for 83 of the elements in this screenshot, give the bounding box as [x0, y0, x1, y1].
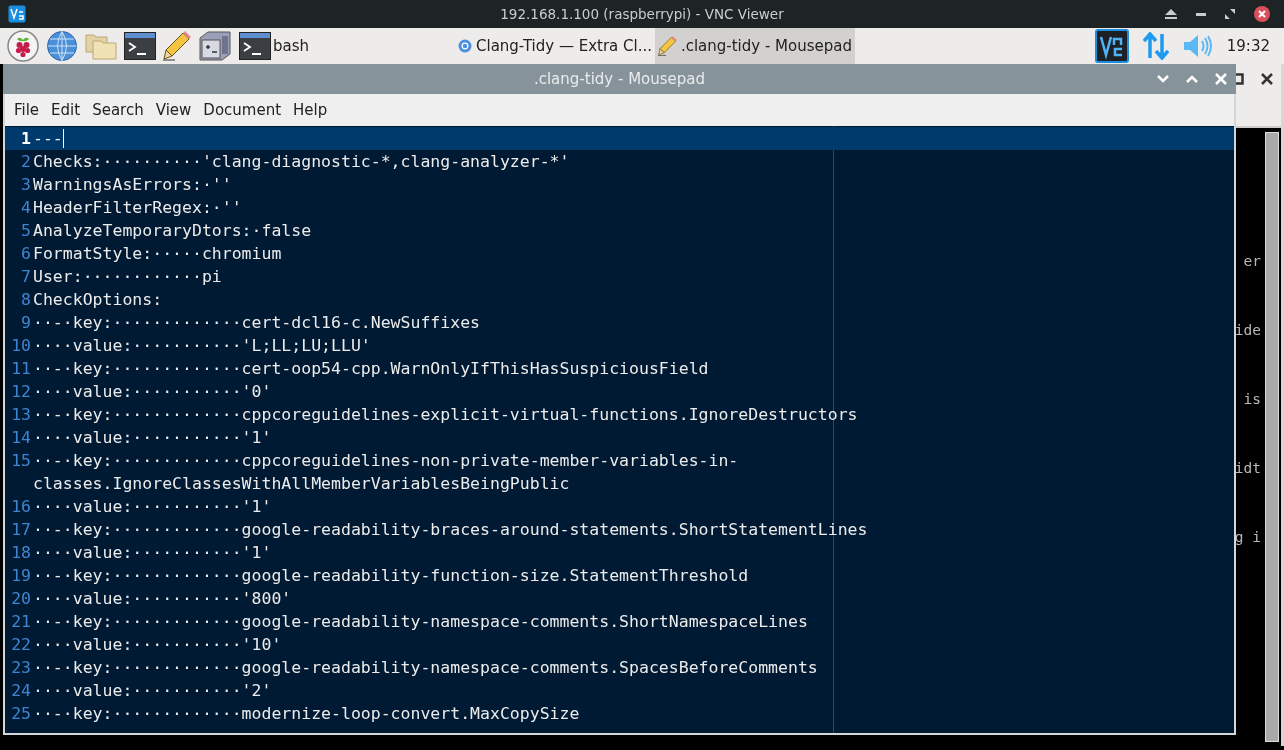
line-number: 14: [10, 427, 32, 449]
terminal-icon[interactable]: [124, 32, 156, 60]
code-text: ····value:···········'0': [33, 381, 273, 403]
menu-item[interactable]: View: [149, 101, 198, 119]
code-text: WarningsAsErrors:·'': [33, 174, 233, 196]
code-text: ··-·key:·············google-readability-braces-around-statements.ShortStatementLines: [33, 519, 869, 541]
code-text: HeaderFilterRegex:·'': [33, 197, 243, 219]
code-text: ····value:···········'L;LL;LU;LLU': [33, 335, 372, 357]
chevron-up-icon[interactable]: [1186, 75, 1198, 83]
menu-item[interactable]: Edit: [45, 101, 87, 119]
code-text: ··-·key:·············cppcoreguidelines-non-private-member-variables-in-classes.IgnoreClassesWithAllMemberVariablesBeingPublic: [33, 450, 740, 495]
chevron-down-icon[interactable]: [1157, 75, 1169, 83]
pencil-icon[interactable]: [163, 31, 191, 61]
code-text: ··-·key:·············cert-oop54-cpp.WarnOnlyIfThisHasSuspiciousField: [33, 358, 710, 380]
code-text: AnalyzeTemporaryDtors:·false: [33, 220, 313, 242]
close-icon[interactable]: [1254, 6, 1270, 22]
terminal-text: er: [1243, 252, 1261, 271]
terminal-text: ide: [1234, 321, 1261, 340]
line-number: 17: [10, 519, 32, 541]
terminal-text: idt: [1234, 459, 1261, 478]
line-number: 4: [20, 197, 32, 219]
code-text: ··-·key:·············google-readability-function-size.StatementThreshold: [33, 565, 750, 587]
network-arrows-icon[interactable]: [1142, 32, 1169, 60]
line-number: 15: [10, 450, 32, 472]
code-text: CheckOptions:: [33, 289, 164, 311]
code-text: ····value:···········'2': [33, 680, 273, 702]
window-title: 192.168.1.100 (raspberrypi) - VNC Viewer: [500, 6, 784, 22]
terminal-text: is: [1243, 390, 1261, 409]
line-number: 3: [20, 174, 32, 196]
taskbar-task-button[interactable]: .clang-tidy - Mousepad: [655, 28, 855, 64]
code-text: ··-·key:·············google-readability-namespace-comments.ShortNamespaceLines: [33, 611, 809, 633]
code-text: Checks:··········'clang-diagnostic-*,clang-analyzer-*': [33, 151, 571, 173]
line-number: 20: [10, 588, 32, 610]
line-number: 25: [10, 703, 32, 725]
line-number: 9: [20, 312, 32, 334]
line-number: 24: [10, 680, 32, 702]
menu-item[interactable]: File: [8, 101, 46, 119]
restore-icon[interactable]: [1225, 9, 1235, 19]
vnc-logo-icon[interactable]: [1094, 29, 1129, 63]
code-text: ····value:···········'1': [33, 496, 273, 518]
taskbar-task-button[interactable]: Clang-Tidy — Extra Cl...: [455, 28, 655, 64]
vnc-logo-icon: [8, 5, 26, 23]
line-number: 2: [20, 151, 32, 173]
code-text: ---: [33, 128, 65, 150]
menu-item[interactable]: Document: [197, 101, 288, 119]
line-number: 7: [20, 266, 32, 288]
terminal-launcher[interactable]: bash: [239, 32, 310, 60]
close-icon[interactable]: [1261, 73, 1273, 85]
menu-item[interactable]: Search: [86, 101, 150, 119]
code-text: FormatStyle:·····chromium: [33, 243, 283, 265]
code-text: ··-·key:·············modernize-loop-convert.MaxCopySize: [33, 703, 581, 725]
line-number: 21: [10, 611, 32, 633]
eject-icon[interactable]: [1165, 9, 1177, 19]
line-number: 23: [10, 657, 32, 679]
menu-item[interactable]: Help: [287, 101, 334, 119]
code-text: ··-·key:·············cppcoreguidelines-explicit-virtual-functions.IgnoreDestructors: [33, 404, 859, 426]
terminal-icon[interactable]: [239, 32, 271, 60]
code-text: User:············pi: [33, 266, 223, 288]
line-number: 12: [10, 381, 32, 403]
code-text: ····value:···········'10': [33, 634, 283, 656]
globe-icon[interactable]: [46, 30, 78, 62]
code-text: ····value:···········'1': [33, 542, 273, 564]
line-number: 22: [10, 634, 32, 656]
line-number: 6: [20, 243, 32, 265]
line-number: 11: [10, 358, 32, 380]
code-text: ····value:···········'1': [33, 427, 273, 449]
line-number: 19: [10, 565, 32, 587]
window-title: .clang-tidy - Mousepad: [533, 70, 706, 88]
raspberry-icon[interactable]: [7, 30, 39, 62]
minimize-icon[interactable]: [1196, 12, 1206, 16]
line-number: 18: [10, 542, 32, 564]
line-number: 13: [10, 404, 32, 426]
code-text: ··-·key:·············google-readability-namespace-comments.SpacesBeforeComments: [33, 657, 819, 679]
line-number: 16: [10, 496, 32, 518]
code-text: ··-·key:·············cert-dcl16-c.NewSuffixes: [33, 312, 482, 334]
line-number: 10: [10, 335, 32, 357]
line-number: 5: [20, 220, 32, 242]
clock: 19:32: [1226, 37, 1270, 55]
line-number: 8: [20, 289, 32, 311]
code-text: ····value:···········'800': [33, 588, 293, 610]
scrollbar[interactable]: [1265, 132, 1279, 742]
terminal-text: g i: [1234, 528, 1261, 547]
line-number: 1: [20, 128, 32, 150]
